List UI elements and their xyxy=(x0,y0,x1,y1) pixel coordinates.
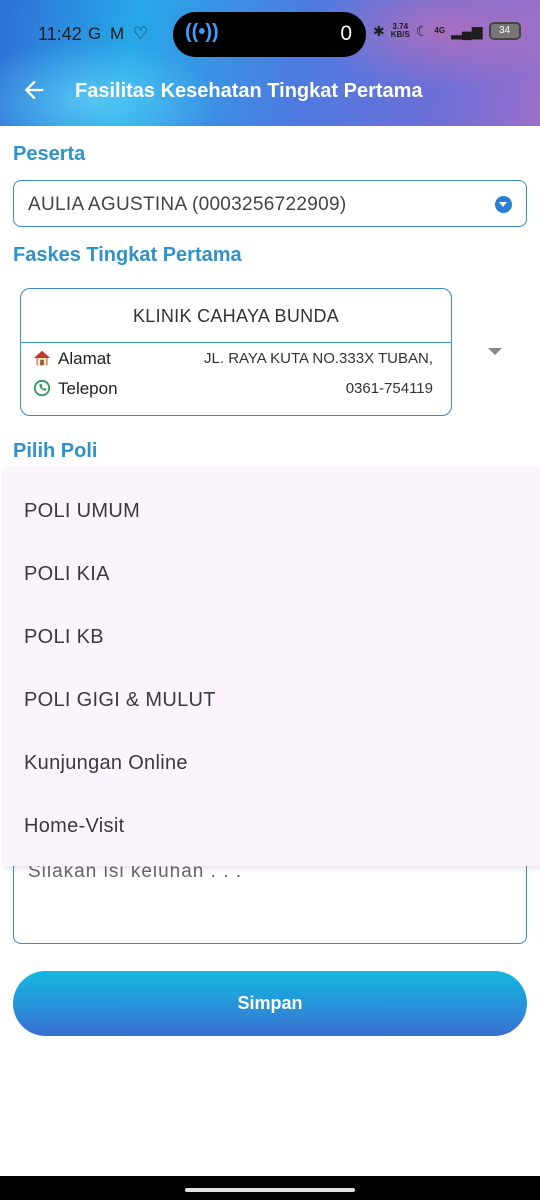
faskes-name: KLINIK CAHAYA BUNDA xyxy=(21,289,451,343)
dropdown-caret-icon xyxy=(495,196,512,213)
status-time: 11:42 xyxy=(38,24,82,44)
poli-option-umum[interactable]: POLI UMUM xyxy=(4,480,540,543)
network-type: 4G xyxy=(434,26,446,35)
faskes-label: Faskes Tingkat Pertama xyxy=(13,244,242,266)
peserta-label: Peserta xyxy=(13,143,86,165)
home-indicator[interactable] xyxy=(185,1188,355,1192)
status-bar: 11:42 G M ♡ ((•)) 0 ✱ 3.74 KB/S ☾ 4G ▂▄▆… xyxy=(0,0,540,68)
navigation-bar xyxy=(0,1176,540,1200)
address-row: Alamat JL. RAYA KUTA NO.333X TUBAN, xyxy=(21,343,451,373)
notification-icons: G M ♡ xyxy=(88,24,151,43)
app-bar: Fasilitas Kesehatan Tingkat Pertama xyxy=(0,68,540,126)
save-button[interactable]: Simpan xyxy=(13,971,527,1036)
phone-value: 0361-754119 xyxy=(345,380,433,397)
poli-option-kia[interactable]: POLI KIA xyxy=(4,543,540,606)
house-icon xyxy=(33,350,51,366)
phone-icon xyxy=(33,379,51,397)
phone-label: Telepon xyxy=(58,379,118,398)
net-speed: 3.74 KB/S xyxy=(390,22,410,39)
faskes-card[interactable]: KLINIK CAHAYA BUNDA Alamat JL. RAYA KUTA… xyxy=(20,288,452,416)
page-title: Fasilitas Kesehatan Tingkat Pertama xyxy=(75,80,423,102)
poli-option-gigi-mulut[interactable]: POLI GIGI & MULUT xyxy=(4,669,540,732)
battery-icon: 34 xyxy=(488,22,521,40)
address-label: Alamat xyxy=(58,349,111,368)
poli-label: Pilih Poli xyxy=(13,440,98,462)
signal-icon: ▂▄▆ xyxy=(451,22,483,39)
back-arrow-icon[interactable] xyxy=(20,76,48,104)
address-value: JL. RAYA KUTA NO.333X TUBAN, xyxy=(204,350,433,367)
faskes-dropdown-caret-icon[interactable] xyxy=(488,348,502,355)
bluetooth-icon: ✱ xyxy=(373,22,385,39)
header: 11:42 G M ♡ ((•)) 0 ✱ 3.74 KB/S ☾ 4G ▂▄▆… xyxy=(0,0,540,126)
broadcast-icon: ((•)) xyxy=(185,21,219,43)
pill-count: 0 xyxy=(340,22,352,45)
poli-option-kb[interactable]: POLI KB xyxy=(4,606,540,669)
system-icons: ✱ 3.74 KB/S ☾ 4G ▂▄▆ 34 xyxy=(373,22,521,40)
dynamic-island: ((•)) 0 xyxy=(173,12,366,57)
poli-option-home-visit[interactable]: Home-Visit xyxy=(4,795,540,858)
peserta-select[interactable]: AULIA AGUSTINA (0003256722909) xyxy=(13,180,527,227)
peserta-selected-value: AULIA AGUSTINA (0003256722909) xyxy=(28,194,347,215)
moon-icon: ☾ xyxy=(415,22,429,39)
poli-option-kunjungan-online[interactable]: Kunjungan Online xyxy=(4,732,540,795)
phone-row: Telepon 0361-754119 xyxy=(21,373,451,403)
poli-dropdown-menu: POLI UMUM POLI KIA POLI KB POLI GIGI & M… xyxy=(4,468,540,866)
